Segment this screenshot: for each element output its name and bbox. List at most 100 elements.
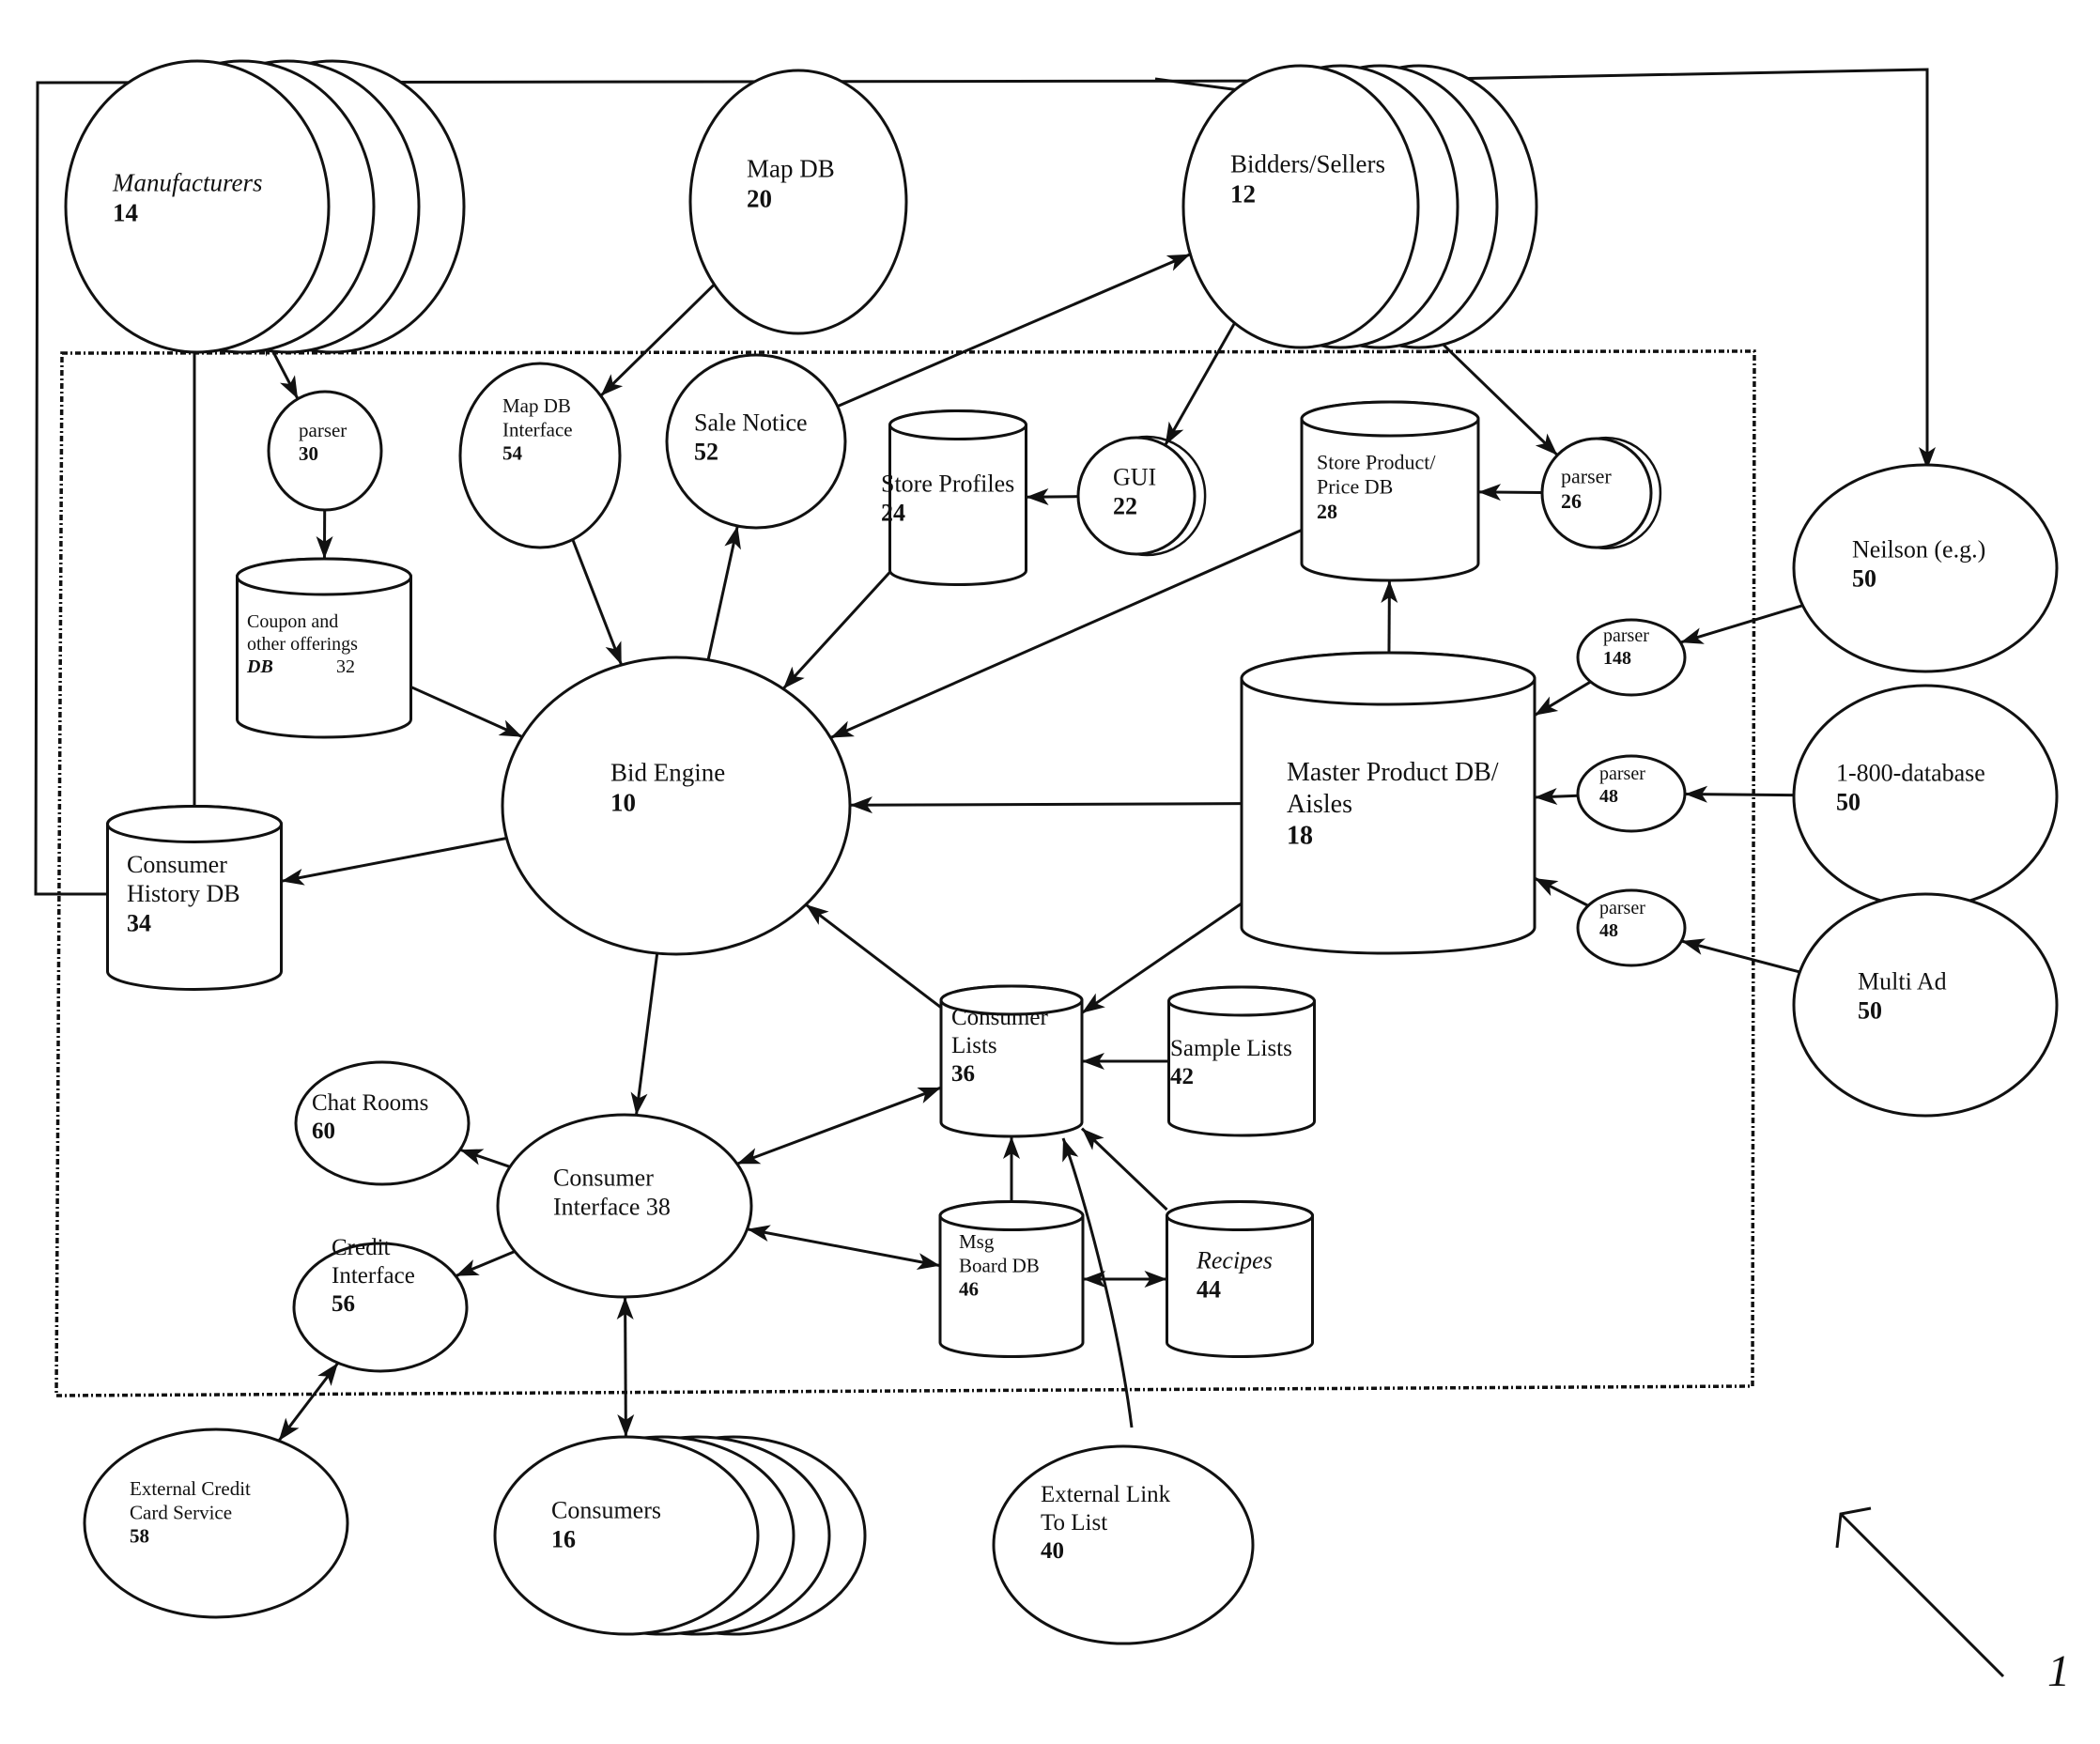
recipes-label: Recipes bbox=[1196, 1247, 1273, 1274]
consumers-number: 16 bbox=[551, 1526, 576, 1553]
db-1800-ellipse bbox=[1792, 684, 2059, 909]
bidders-sellers-ellipse bbox=[1181, 64, 1420, 349]
node-map-db[interactable]: Map DB 20 bbox=[688, 69, 908, 335]
node-consumer-interface[interactable]: ConsumerInterface 38 bbox=[496, 1113, 753, 1299]
reference-arrow: 1 bbox=[1835, 1506, 2070, 1696]
parser-48-a-number: 148 bbox=[1603, 648, 1631, 669]
consumer-lists-number: 36 bbox=[951, 1061, 975, 1087]
master-product-db-label: Master Product DB/ bbox=[1287, 758, 1499, 787]
edge-consumer-lists-to-bid-engine bbox=[805, 903, 942, 1010]
node-external-link[interactable]: External Link To List40 bbox=[992, 1444, 1255, 1645]
edge-consumer-interface-to-consumer-lists bbox=[736, 1086, 942, 1165]
consumer-lists-label: Consumer bbox=[951, 1005, 1048, 1030]
reference-numeral: 1 bbox=[2047, 1646, 2070, 1696]
consumer-interface-label: Interface 38 bbox=[553, 1194, 671, 1221]
edge-line bbox=[1164, 322, 1236, 446]
consumer-interface-label: Consumer bbox=[553, 1165, 654, 1192]
node-multi-ad[interactable]: Multi Ad50 bbox=[1792, 892, 2059, 1118]
consumer-lists-label: Lists bbox=[951, 1033, 997, 1058]
node-store-product-price-db[interactable]: Store Product/Price DB28 bbox=[1300, 400, 1480, 582]
map-db-interface-label: Interface bbox=[502, 418, 573, 440]
node-external-credit[interactable]: External CreditCard Service58 bbox=[83, 1428, 349, 1619]
edge-consumer-interface-to-msg-board-db bbox=[747, 1225, 941, 1270]
store-product-price-db-label: Price DB bbox=[1317, 475, 1393, 499]
db-1800-number: 50 bbox=[1836, 789, 1861, 816]
recipes-cylinder-top bbox=[1166, 1200, 1314, 1231]
external-link-label: To List bbox=[1041, 1510, 1107, 1536]
manufacturers-label: Manufacturers bbox=[112, 168, 262, 196]
node-parser-48-b[interactable]: parser48 bbox=[1576, 754, 1687, 833]
node-master-product-db[interactable]: Master Product DB/Aisles18 bbox=[1240, 651, 1536, 955]
node-neilson[interactable]: Neilson (e.g.)50 bbox=[1792, 463, 2059, 673]
node-bid-engine[interactable]: Bid Engine 10 bbox=[501, 656, 852, 956]
map-db-label: Map DB bbox=[747, 154, 835, 182]
edge-line bbox=[706, 525, 739, 661]
edge-neilson-to-parser-48-a bbox=[1679, 604, 1803, 644]
edge-line bbox=[1681, 939, 1800, 974]
edge-line bbox=[849, 802, 1243, 807]
manufacturers-number: 14 bbox=[113, 199, 138, 227]
map-db-number: 20 bbox=[747, 185, 772, 213]
node-store-profiles[interactable]: Store Profiles24 bbox=[881, 409, 1027, 586]
edge-parser-48-b-to-master-product-db bbox=[1534, 788, 1579, 806]
sale-notice-label: Sale Notice bbox=[694, 409, 808, 437]
node-sale-notice[interactable]: Sale Notice52 bbox=[665, 353, 847, 530]
edge-line bbox=[281, 837, 507, 883]
node-parser-48-a[interactable]: parser148 bbox=[1576, 618, 1687, 697]
node-recipes[interactable]: Recipes44 bbox=[1166, 1200, 1314, 1358]
multi-ad-ellipse bbox=[1792, 892, 2059, 1118]
sample-lists-label: Sample Lists bbox=[1170, 1036, 1292, 1061]
node-consumer-lists[interactable]: Consumer Lists 36 bbox=[939, 984, 1084, 1138]
arrow-head bbox=[278, 1417, 300, 1442]
parser-48-b-number: 48 bbox=[1599, 786, 1618, 807]
coupon-db-label: other offerings bbox=[247, 634, 358, 655]
edge-parser-48-c-to-master-product-db bbox=[1534, 876, 1589, 907]
node-bidders-sellers[interactable]: Bidders/Sellers 12 bbox=[1181, 64, 1538, 349]
edge-map-db-interface-to-bid-engine bbox=[571, 538, 624, 666]
gui-number: 22 bbox=[1113, 493, 1137, 520]
edge-line bbox=[1080, 1127, 1168, 1212]
node-chat-rooms[interactable]: Chat Rooms 60 bbox=[294, 1060, 471, 1186]
consumer-history-db-number: 34 bbox=[127, 909, 151, 936]
credit-interface-label: Interface bbox=[332, 1263, 415, 1289]
multi-ad-label: Multi Ad bbox=[1858, 968, 1947, 995]
map-db-interface-ellipse bbox=[458, 362, 622, 549]
node-parser-26[interactable]: parser26 bbox=[1540, 436, 1662, 550]
chat-rooms-label: Chat Rooms bbox=[312, 1090, 428, 1116]
store-profiles-label: Store Profiles bbox=[881, 471, 1014, 498]
store-product-price-db-label: Store Product/ bbox=[1317, 450, 1436, 473]
system-diagram: Manufacturers 14 Map DB 20 Bidders/Sellers12… bbox=[34, 59, 2070, 1696]
edge-gui-to-store-profiles bbox=[1026, 487, 1079, 505]
node-db-1800[interactable]: 1-800-database50 bbox=[1792, 684, 2059, 909]
node-parser-30[interactable]: parser30 bbox=[267, 390, 383, 512]
edge-master-product-db-to-store-product-price-db bbox=[1381, 579, 1398, 654]
neilson-ellipse bbox=[1792, 463, 2059, 673]
parser-30-ellipse bbox=[267, 390, 383, 512]
node-credit-interface[interactable]: Credit Interface56 bbox=[292, 1235, 469, 1373]
store-profiles-cylinder-top bbox=[888, 409, 1027, 440]
node-parser-48-c[interactable]: parser48 bbox=[1576, 888, 1687, 967]
node-msg-board-db[interactable]: MsgBoard DB46 bbox=[938, 1200, 1085, 1358]
edge-sale-notice-to-bidders-sellers bbox=[837, 253, 1191, 408]
edge-bid-engine-to-consumer-history-db bbox=[281, 837, 507, 886]
map-db-interface-number: 54 bbox=[502, 442, 523, 465]
node-consumers[interactable]: Consumers16 bbox=[493, 1435, 867, 1636]
edge-line bbox=[736, 1086, 942, 1165]
node-map-db-interface[interactable]: Map DBInterface54 bbox=[458, 362, 622, 549]
edge-parser-48-a-to-master-product-db bbox=[1534, 680, 1592, 717]
node-consumer-history-db[interactable]: ConsumerHistory DB34 bbox=[106, 805, 283, 991]
arrow-head bbox=[1082, 993, 1105, 1013]
multi-ad-number: 50 bbox=[1858, 997, 1882, 1025]
node-manufacturers[interactable]: Manufacturers 14 bbox=[64, 59, 466, 354]
node-gui[interactable]: GUI22 bbox=[1076, 435, 1207, 557]
edge-line bbox=[805, 903, 942, 1010]
master-product-db-number: 18 bbox=[1287, 821, 1313, 850]
node-sample-lists[interactable]: Sample Lists 42 bbox=[1167, 985, 1316, 1137]
edge-bid-engine-to-consumer-interface bbox=[630, 952, 659, 1116]
node-coupon-db[interactable]: Coupon andother offeringsDB 32 bbox=[236, 557, 412, 739]
bidders-sellers-number: 12 bbox=[1230, 180, 1256, 208]
consumers-label: Consumers bbox=[551, 1497, 661, 1524]
store-product-price-db-cylinder-top bbox=[1300, 400, 1480, 438]
arrow-head bbox=[280, 375, 299, 399]
gui-label: GUI bbox=[1113, 464, 1156, 491]
